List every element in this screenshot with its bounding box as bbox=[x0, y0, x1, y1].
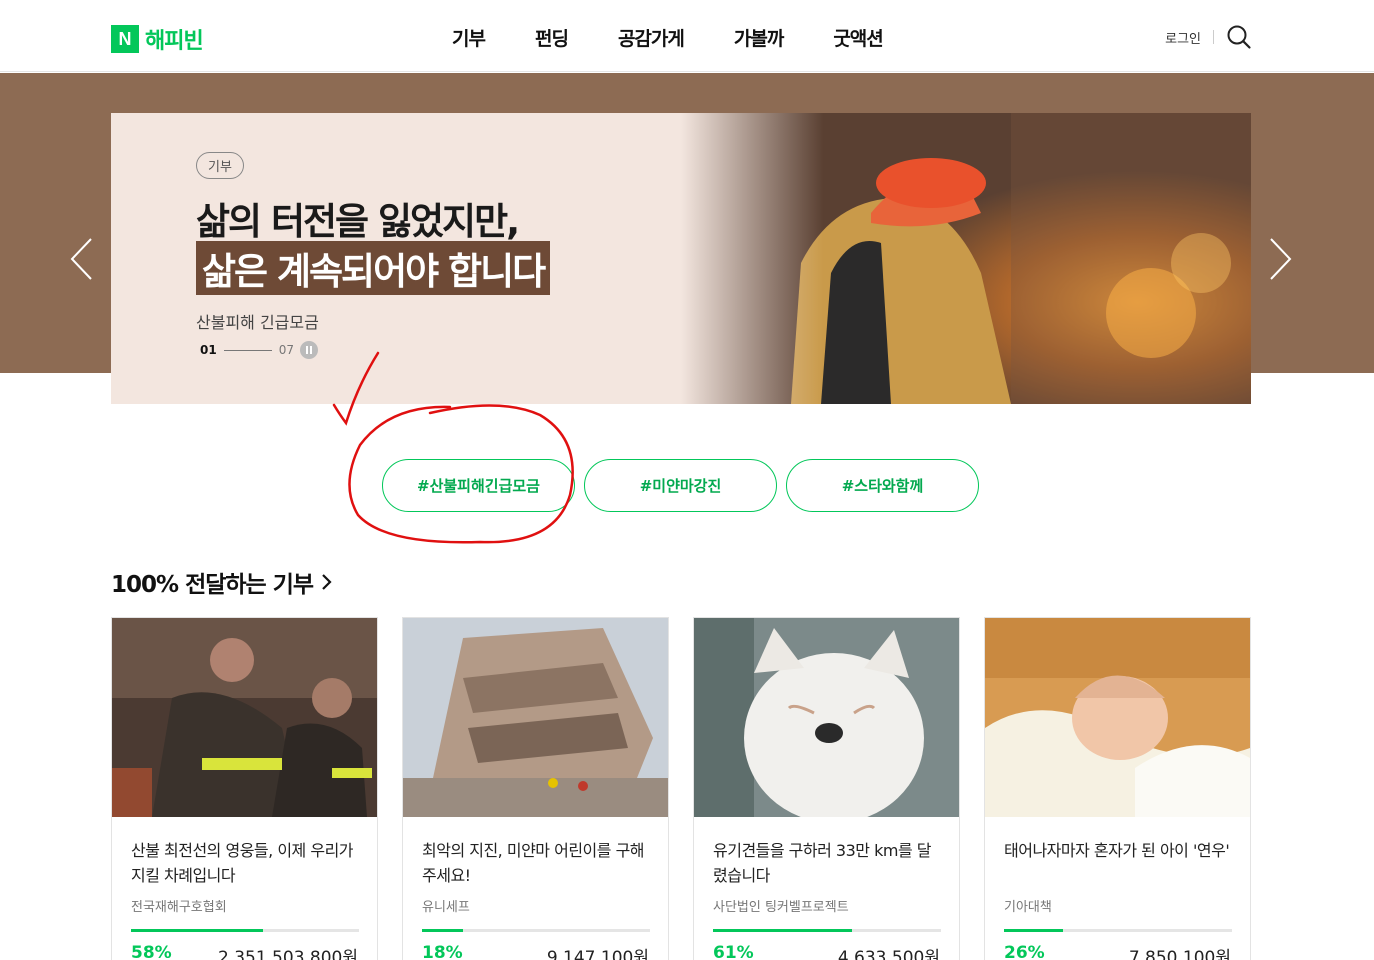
card-organization: 전국재해구호협회 bbox=[131, 900, 227, 915]
slide-pager: 01 07 bbox=[200, 341, 318, 359]
card-rate: 18% bbox=[422, 943, 463, 960]
progress-fill bbox=[131, 929, 264, 932]
nav-item-funding[interactable]: 펀딩 bbox=[535, 24, 569, 51]
hashtag-list: #산불피해긴급모금 #미얀마강진 #스타와함께 bbox=[382, 459, 988, 512]
donation-card[interactable]: 유기견들을 구하러 33만 km를 달렸습니다 사단법인 팅커벨프로젝트 61%… bbox=[693, 617, 960, 960]
card-rate: 61% bbox=[713, 943, 754, 960]
logo[interactable]: N 해피빈 bbox=[111, 23, 204, 55]
donation-card[interactable]: 태어나자마자 혼자가 된 아이 '연우' 기아대책 26% 7,850,100원 bbox=[984, 617, 1251, 960]
card-rate: 58% bbox=[131, 943, 172, 960]
firefighter-image bbox=[681, 113, 1251, 404]
logo-mark: N bbox=[111, 25, 139, 53]
pager-total: 07 bbox=[278, 343, 294, 357]
section-title-text: 100% 전달하는 기부 bbox=[111, 572, 314, 598]
progress-fill bbox=[422, 929, 464, 932]
hero-title-line2: 삶은 계속되어야 합니다 bbox=[196, 241, 551, 295]
progress-bar bbox=[713, 929, 941, 932]
card-amount: 2,351,503,800원 bbox=[217, 948, 358, 960]
pause-icon[interactable] bbox=[299, 341, 318, 359]
chevron-right-icon bbox=[322, 574, 332, 590]
firefighters-image bbox=[112, 618, 377, 817]
donation-card-list: 산불 최전선의 영웅들, 이제 우리가 지킬 차례입니다 전국재해구호협회 58… bbox=[111, 617, 1275, 960]
chevron-left-icon[interactable] bbox=[67, 235, 97, 283]
main-nav: 기부 펀딩 공감가게 가볼까 굿액션 bbox=[452, 24, 933, 51]
login-link[interactable]: 로그인 bbox=[1165, 28, 1201, 47]
chevron-right-icon[interactable] bbox=[1265, 235, 1295, 283]
logo-text: 해피빈 bbox=[145, 29, 204, 54]
header: N 해피빈 기부 펀딩 공감가게 가볼까 굿액션 로그인 bbox=[0, 0, 1374, 72]
card-rate: 26% bbox=[1004, 943, 1045, 960]
pager-current: 01 bbox=[200, 343, 217, 357]
nav-item-store[interactable]: 공감가게 bbox=[618, 24, 685, 51]
section-title[interactable]: 100% 전달하는 기부 bbox=[111, 565, 333, 599]
card-amount: 7,850,100원 bbox=[1128, 948, 1231, 960]
tag-myanmar[interactable]: #미얀마강진 bbox=[584, 459, 777, 512]
tag-wildfire[interactable]: #산불피해긴급모금 bbox=[382, 459, 575, 512]
card-title: 유기견들을 구하러 33만 km를 달렸습니다 bbox=[713, 841, 931, 885]
card-title: 최악의 지진, 미얀마 어린이를 구해주세요! bbox=[422, 841, 645, 885]
progress-bar bbox=[422, 929, 650, 932]
progress-bar bbox=[1004, 929, 1232, 932]
search-icon[interactable] bbox=[1226, 24, 1252, 50]
card-title: 태어나자마자 혼자가 된 아이 '연우' bbox=[1004, 841, 1230, 860]
divider bbox=[1213, 30, 1214, 44]
hero-subtitle: 산불피해 긴급모금 bbox=[196, 313, 319, 332]
progress-bar bbox=[131, 929, 359, 932]
pager-line bbox=[223, 349, 272, 351]
nav-item-donate[interactable]: 기부 bbox=[452, 24, 486, 51]
nav-item-goodaction[interactable]: 굿액션 bbox=[833, 24, 883, 51]
tag-star[interactable]: #스타와함께 bbox=[786, 459, 979, 512]
collapsed-building-image bbox=[403, 618, 668, 817]
donation-card[interactable]: 최악의 지진, 미얀마 어린이를 구해주세요! 유니세프 18% 9,147,1… bbox=[402, 617, 669, 960]
progress-fill bbox=[713, 929, 853, 932]
card-title: 산불 최전선의 영웅들, 이제 우리가 지킬 차례입니다 bbox=[131, 841, 354, 885]
hero-banner[interactable]: 기부 삶의 터전을 잃었지만, 삶은 계속되어야 합니다 산불피해 긴급모금 0… bbox=[111, 113, 1251, 404]
progress-fill bbox=[1004, 929, 1064, 932]
card-organization: 기아대책 bbox=[1004, 900, 1052, 915]
hero-title-line1: 삶의 터전을 잃었지만, bbox=[196, 200, 520, 243]
card-amount: 4,633,500원 bbox=[837, 948, 940, 960]
nav-item-visit[interactable]: 가볼까 bbox=[734, 24, 784, 51]
sleeping-baby-image bbox=[985, 618, 1250, 817]
card-amount: 9,147,100원 bbox=[546, 948, 649, 960]
card-organization: 유니세프 bbox=[422, 900, 470, 915]
white-dog-image bbox=[694, 618, 959, 817]
donation-card[interactable]: 산불 최전선의 영웅들, 이제 우리가 지킬 차례입니다 전국재해구호협회 58… bbox=[111, 617, 378, 960]
card-organization: 사단법인 팅커벨프로젝트 bbox=[713, 900, 849, 915]
header-utility: 로그인 bbox=[1165, 24, 1252, 50]
category-badge: 기부 bbox=[196, 152, 244, 179]
